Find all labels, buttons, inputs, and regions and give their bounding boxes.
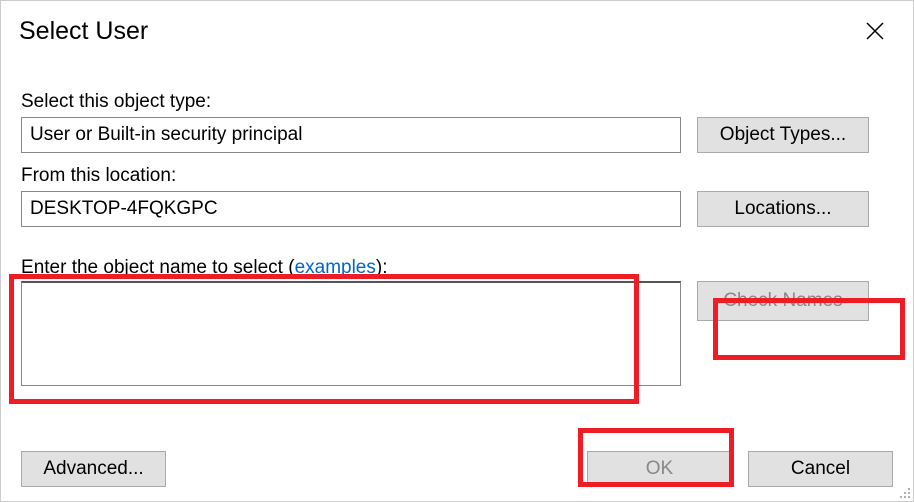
object-type-field: User or Built-in security principal — [21, 117, 681, 153]
select-user-dialog: Select User Select this object type: Use… — [0, 0, 914, 502]
advanced-button[interactable]: Advanced... — [21, 451, 166, 487]
dialog-content: Select this object type: User or Built-i… — [1, 53, 913, 386]
bottom-right: OK Cancel — [587, 451, 893, 487]
titlebar: Select User — [1, 1, 913, 53]
object-name-row: Check Names — [21, 281, 893, 386]
check-names-button[interactable]: Check Names — [697, 281, 869, 321]
resize-grip-icon[interactable] — [895, 483, 912, 500]
object-type-label: Select this object type: — [21, 91, 893, 113]
object-type-row: User or Built-in security principal Obje… — [21, 117, 893, 153]
bottom-row: Advanced... OK Cancel — [21, 451, 893, 487]
object-name-label: Enter the object name to select (example… — [21, 257, 893, 279]
object-types-button[interactable]: Object Types... — [697, 117, 869, 153]
location-field: DESKTOP-4FQKGPC — [21, 191, 681, 227]
examples-link[interactable]: examples — [295, 257, 376, 278]
locations-button[interactable]: Locations... — [697, 191, 869, 227]
object-name-input[interactable] — [21, 281, 681, 386]
location-row: DESKTOP-4FQKGPC Locations... — [21, 191, 893, 227]
dialog-title: Select User — [19, 17, 148, 46]
cancel-button[interactable]: Cancel — [748, 451, 893, 487]
location-label: From this location: — [21, 165, 893, 187]
ok-button[interactable]: OK — [587, 451, 732, 487]
close-icon — [866, 22, 884, 40]
close-button[interactable] — [851, 11, 899, 51]
